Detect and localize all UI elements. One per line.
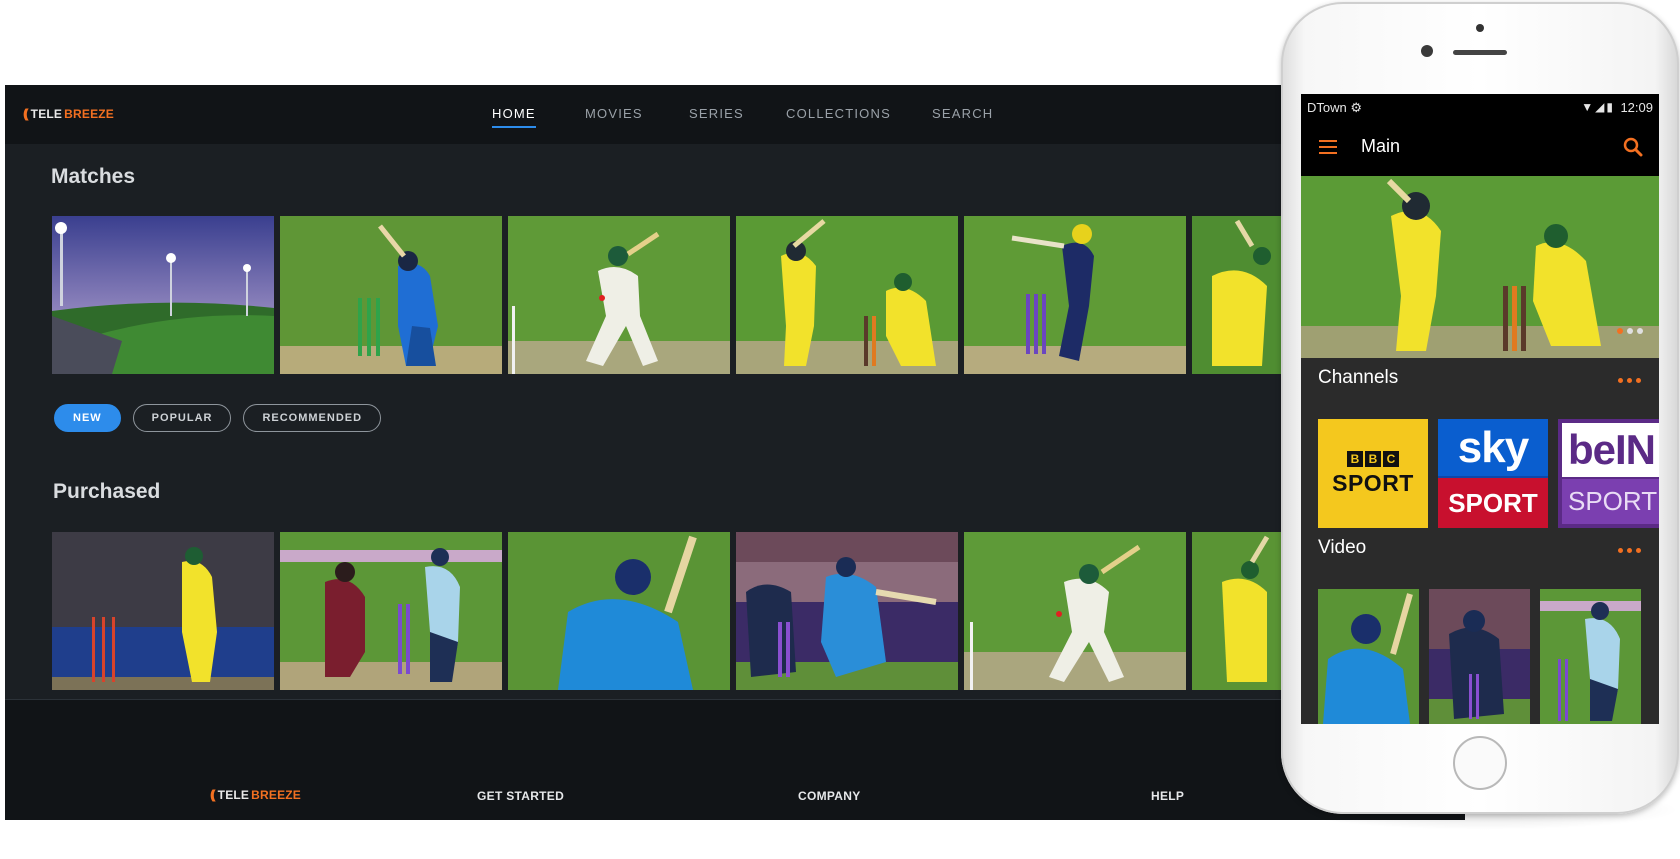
earpiece-speaker xyxy=(1453,50,1507,55)
section-title-channels: Channels xyxy=(1318,367,1399,388)
video-thumbnail[interactable] xyxy=(1429,589,1530,724)
logo-text-breeze: BREEZE xyxy=(251,787,302,802)
proximity-sensor xyxy=(1476,24,1484,32)
channels-more-icon[interactable] xyxy=(1618,378,1642,384)
top-navigation-bar: (( TELE BREEZE HOME MOVIES SERIES COLLEC… xyxy=(5,85,1465,144)
nav-item-series[interactable]: SERIES xyxy=(689,106,744,121)
section-title-purchased: Purchased xyxy=(53,480,161,503)
footer: (( TELE BREEZE GET STARTED COMPANY HELP xyxy=(5,700,1465,820)
filter-new-chip[interactable]: NEW xyxy=(54,404,121,432)
bbc-logo: B B C xyxy=(1347,450,1399,467)
channels-row: B B C SPORT sky SPORT beIN SPORT xyxy=(1318,419,1659,528)
logo-text-tele: TELE xyxy=(217,787,250,802)
section-title-matches: Matches xyxy=(51,165,136,188)
purchased-thumbnail[interactable] xyxy=(964,532,1186,690)
signal-wave-icon: (( xyxy=(23,106,28,121)
match-thumbnail[interactable] xyxy=(52,216,274,374)
status-time: 12:09 xyxy=(1620,100,1653,115)
match-thumbnail[interactable] xyxy=(964,216,1186,374)
carousel-dot[interactable] xyxy=(1617,328,1623,334)
bbc-sport-word: SPORT xyxy=(1332,469,1414,496)
filter-chips: NEW POPULAR RECOMMENDED xyxy=(54,404,382,432)
purchased-thumbnail[interactable] xyxy=(52,532,274,690)
bbc-block: B xyxy=(1365,450,1381,467)
filter-popular-chip[interactable]: POPULAR xyxy=(132,404,232,432)
nav-item-home[interactable]: HOME xyxy=(492,106,536,128)
phone-home-button[interactable] xyxy=(1453,736,1507,790)
footer-link-help[interactable]: HELP xyxy=(1151,789,1184,803)
carrier-label: DTown ⚙ xyxy=(1307,100,1363,115)
match-thumbnail[interactable] xyxy=(508,216,730,374)
app-bar: Main xyxy=(1301,120,1659,176)
match-thumbnail[interactable] xyxy=(736,216,958,374)
signal-battery-icons: ▼◢▮ xyxy=(1581,100,1615,114)
logo-text-breeze: BREEZE xyxy=(64,106,115,121)
bbc-block: B xyxy=(1347,450,1363,467)
sky-logo: sky xyxy=(1438,419,1548,476)
telebreeze-footer-logo[interactable]: (( TELE BREEZE xyxy=(210,787,301,802)
phone-screen: DTown ⚙ ▼◢▮ 12:09 Main Channels B B C SP… xyxy=(1301,94,1659,724)
purchased-thumbnail[interactable] xyxy=(736,532,958,690)
hero-carousel[interactable] xyxy=(1301,176,1659,358)
search-icon[interactable] xyxy=(1623,137,1643,157)
carousel-dots xyxy=(1617,328,1643,334)
purchased-thumbnail[interactable] xyxy=(508,532,730,690)
purchased-row xyxy=(52,532,1414,690)
sky-sport-word: SPORT xyxy=(1438,478,1548,528)
match-thumbnail[interactable] xyxy=(280,216,502,374)
desktop-app: (( TELE BREEZE HOME MOVIES SERIES COLLEC… xyxy=(5,85,1465,820)
video-thumbnail[interactable] xyxy=(1540,589,1641,724)
channel-sky-sport[interactable]: sky SPORT xyxy=(1438,419,1548,528)
filter-recommended-chip[interactable]: RECOMMENDED xyxy=(243,404,382,432)
footer-link-get-started[interactable]: GET STARTED xyxy=(477,789,564,803)
bbc-block: C xyxy=(1383,450,1399,467)
nav-item-collections[interactable]: COLLECTIONS xyxy=(786,106,891,121)
carousel-dot[interactable] xyxy=(1627,328,1633,334)
status-bar: DTown ⚙ ▼◢▮ 12:09 xyxy=(1301,94,1659,120)
bein-sport-word: SPORT xyxy=(1562,479,1659,524)
app-bar-title: Main xyxy=(1361,136,1401,156)
matches-row xyxy=(52,216,1414,374)
channel-bein-sport[interactable]: beIN SPORT xyxy=(1558,419,1659,528)
carousel-dot[interactable] xyxy=(1637,328,1643,334)
signal-wave-icon: (( xyxy=(210,787,215,802)
hamburger-menu-icon[interactable] xyxy=(1319,140,1337,154)
video-more-icon[interactable] xyxy=(1618,548,1642,554)
purchased-thumbnail[interactable] xyxy=(280,532,502,690)
footer-link-company[interactable]: COMPANY xyxy=(798,789,861,803)
section-title-video: Video xyxy=(1318,537,1367,558)
nav-item-search[interactable]: SEARCH xyxy=(932,106,993,121)
telebreeze-logo[interactable]: (( TELE BREEZE xyxy=(23,106,114,121)
video-thumbnail[interactable] xyxy=(1318,589,1419,724)
video-row xyxy=(1318,589,1641,724)
nav-item-movies[interactable]: MOVIES xyxy=(585,106,643,121)
channel-bbc-sport[interactable]: B B C SPORT xyxy=(1318,419,1428,528)
bein-logo: beIN xyxy=(1562,423,1659,477)
front-camera-icon xyxy=(1421,45,1433,57)
phone-device: DTown ⚙ ▼◢▮ 12:09 Main Channels B B C SP… xyxy=(1281,2,1679,814)
logo-text-tele: TELE xyxy=(30,106,63,121)
